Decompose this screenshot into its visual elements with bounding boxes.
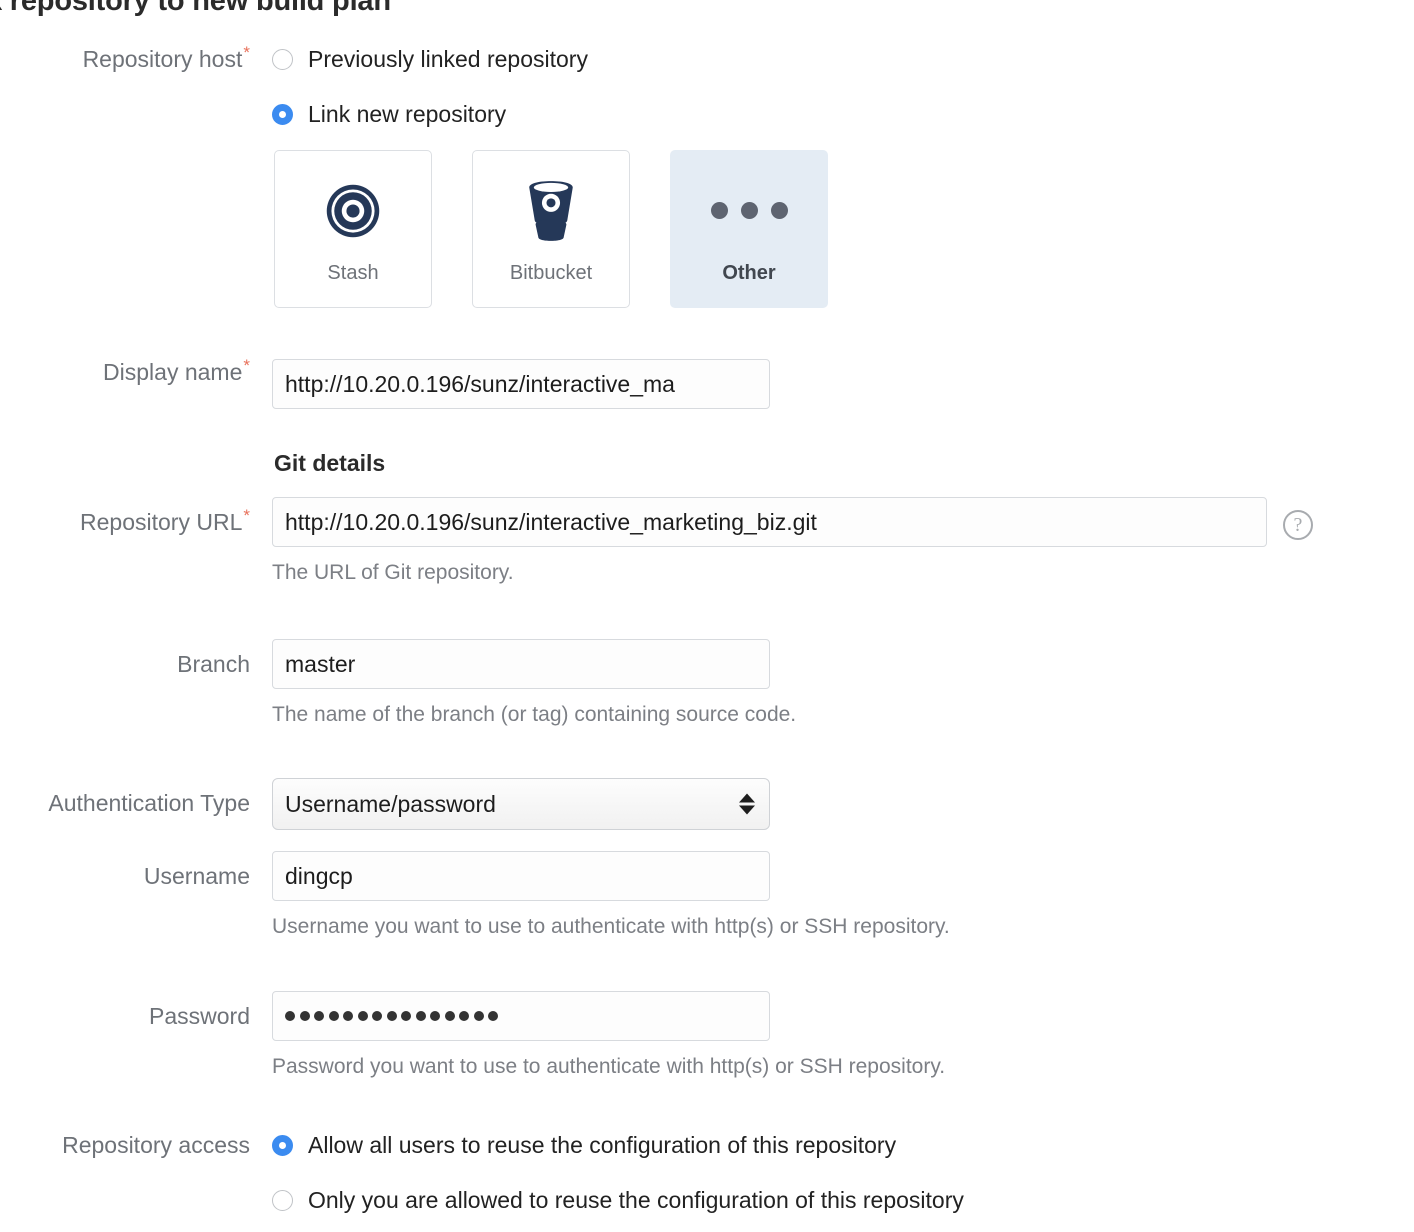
host-card-bitbucket[interactable]: Bitbucket (472, 150, 630, 308)
radio-previously-linked-repository[interactable]: Previously linked repository (272, 46, 588, 73)
repository-url-field-col: http://10.20.0.196/sunz/interactive_mark… (272, 497, 1267, 585)
host-card-other-label: Other (722, 261, 776, 284)
radio-button-unchecked[interactable] (272, 49, 293, 70)
bitbucket-icon (522, 174, 580, 248)
password-row: Password Password you want to use to aut… (0, 991, 945, 1079)
password-field-col: Password you want to use to authenticate… (272, 991, 945, 1079)
display-name-row: Display name* http://10.20.0.196/sunz/in… (0, 356, 770, 409)
authentication-type-label: Authentication Type (0, 778, 250, 818)
radio-allow-all-users-label: Allow all users to reuse the configurati… (308, 1132, 897, 1158)
radio-link-new-label: Link new repository (308, 101, 507, 127)
host-card-stash[interactable]: Stash (274, 150, 432, 308)
authentication-type-row: Authentication Type Username/password (0, 778, 770, 830)
password-label: Password (0, 991, 250, 1031)
repository-host-row: Repository host* Previously linked repos… (0, 43, 588, 128)
radio-button-checked[interactable] (272, 104, 293, 125)
authentication-type-value: Username/password (285, 790, 496, 817)
password-masked-value (285, 1011, 498, 1021)
repository-host-options: Previously linked repository Link new re… (272, 46, 588, 128)
host-card-stash-label: Stash (327, 261, 379, 284)
ellipsis-dots (710, 202, 788, 219)
branch-hint: The name of the branch (or tag) containi… (272, 703, 797, 726)
radio-link-new-repository[interactable]: Link new repository (272, 101, 588, 128)
password-hint: Password you want to use to authenticate… (272, 1055, 946, 1078)
radio-button-unchecked[interactable] (272, 1190, 293, 1211)
ellipsis-icon (710, 174, 788, 248)
display-name-label-text: Display name (103, 359, 243, 385)
authentication-type-field-col: Username/password (272, 778, 770, 830)
display-name-label: Display name* (0, 356, 250, 387)
branch-label: Branch (0, 639, 250, 679)
repository-access-label: Repository access (0, 1132, 250, 1160)
host-card-bitbucket-label: Bitbucket (509, 261, 593, 284)
radio-previously-linked-label: Previously linked repository (308, 46, 588, 72)
username-input[interactable]: dingcp (272, 851, 770, 901)
repository-url-label: Repository URL* (0, 497, 250, 537)
branch-field-col: master The name of the branch (or tag) c… (272, 639, 796, 727)
stepper-arrows-icon[interactable] (739, 793, 755, 815)
required-asterisk: * (243, 356, 250, 376)
branch-input[interactable]: master (272, 639, 770, 689)
username-hint: Username you want to use to authenticate… (272, 915, 950, 938)
radio-button-checked[interactable] (272, 1135, 293, 1156)
question-mark-icon[interactable]: ? (1283, 510, 1313, 540)
repository-url-row: Repository URL* http://10.20.0.196/sunz/… (0, 497, 1267, 585)
repository-host-label: Repository host* (0, 43, 250, 74)
display-name-field-col: http://10.20.0.196/sunz/interactive_ma (272, 359, 770, 409)
password-label-text: Password (149, 1003, 250, 1029)
branch-row: Branch master The name of the branch (or… (0, 639, 796, 727)
git-details-heading: Git details (274, 450, 386, 476)
display-name-input[interactable]: http://10.20.0.196/sunz/interactive_ma (272, 359, 770, 409)
radio-allow-all-users[interactable]: Allow all users to reuse the configurati… (272, 1132, 964, 1159)
repository-access-options: Allow all users to reuse the configurati… (272, 1132, 964, 1214)
repository-access-row: Repository access Allow all users to reu… (0, 1132, 964, 1214)
radio-only-you-label: Only you are allowed to reuse the config… (308, 1187, 964, 1213)
repository-url-input[interactable]: http://10.20.0.196/sunz/interactive_mark… (272, 497, 1267, 547)
username-label: Username (0, 851, 250, 891)
host-card-other[interactable]: Other (670, 150, 828, 308)
repository-host-cards: Stash Bitbucket Other (274, 150, 828, 308)
radio-only-you[interactable]: Only you are allowed to reuse the config… (272, 1187, 964, 1214)
authentication-type-select[interactable]: Username/password (272, 778, 770, 830)
stash-icon (323, 174, 383, 248)
branch-label-text: Branch (177, 651, 250, 677)
username-label-text: Username (143, 863, 250, 889)
repository-url-label-text: Repository URL (80, 509, 243, 535)
username-row: Username dingcp Username you want to use… (0, 851, 950, 939)
required-asterisk: * (243, 43, 250, 63)
page-title: k repository to new build plan (0, 0, 391, 17)
repository-url-hint: The URL of Git repository. (272, 561, 514, 584)
authentication-type-label-text: Authentication Type (48, 790, 250, 816)
repository-host-label-text: Repository host (82, 46, 243, 72)
required-asterisk: * (243, 506, 250, 526)
repository-access-label-text: Repository access (62, 1132, 250, 1158)
username-field-col: dingcp Username you want to use to authe… (272, 851, 950, 939)
password-input[interactable] (272, 991, 770, 1041)
